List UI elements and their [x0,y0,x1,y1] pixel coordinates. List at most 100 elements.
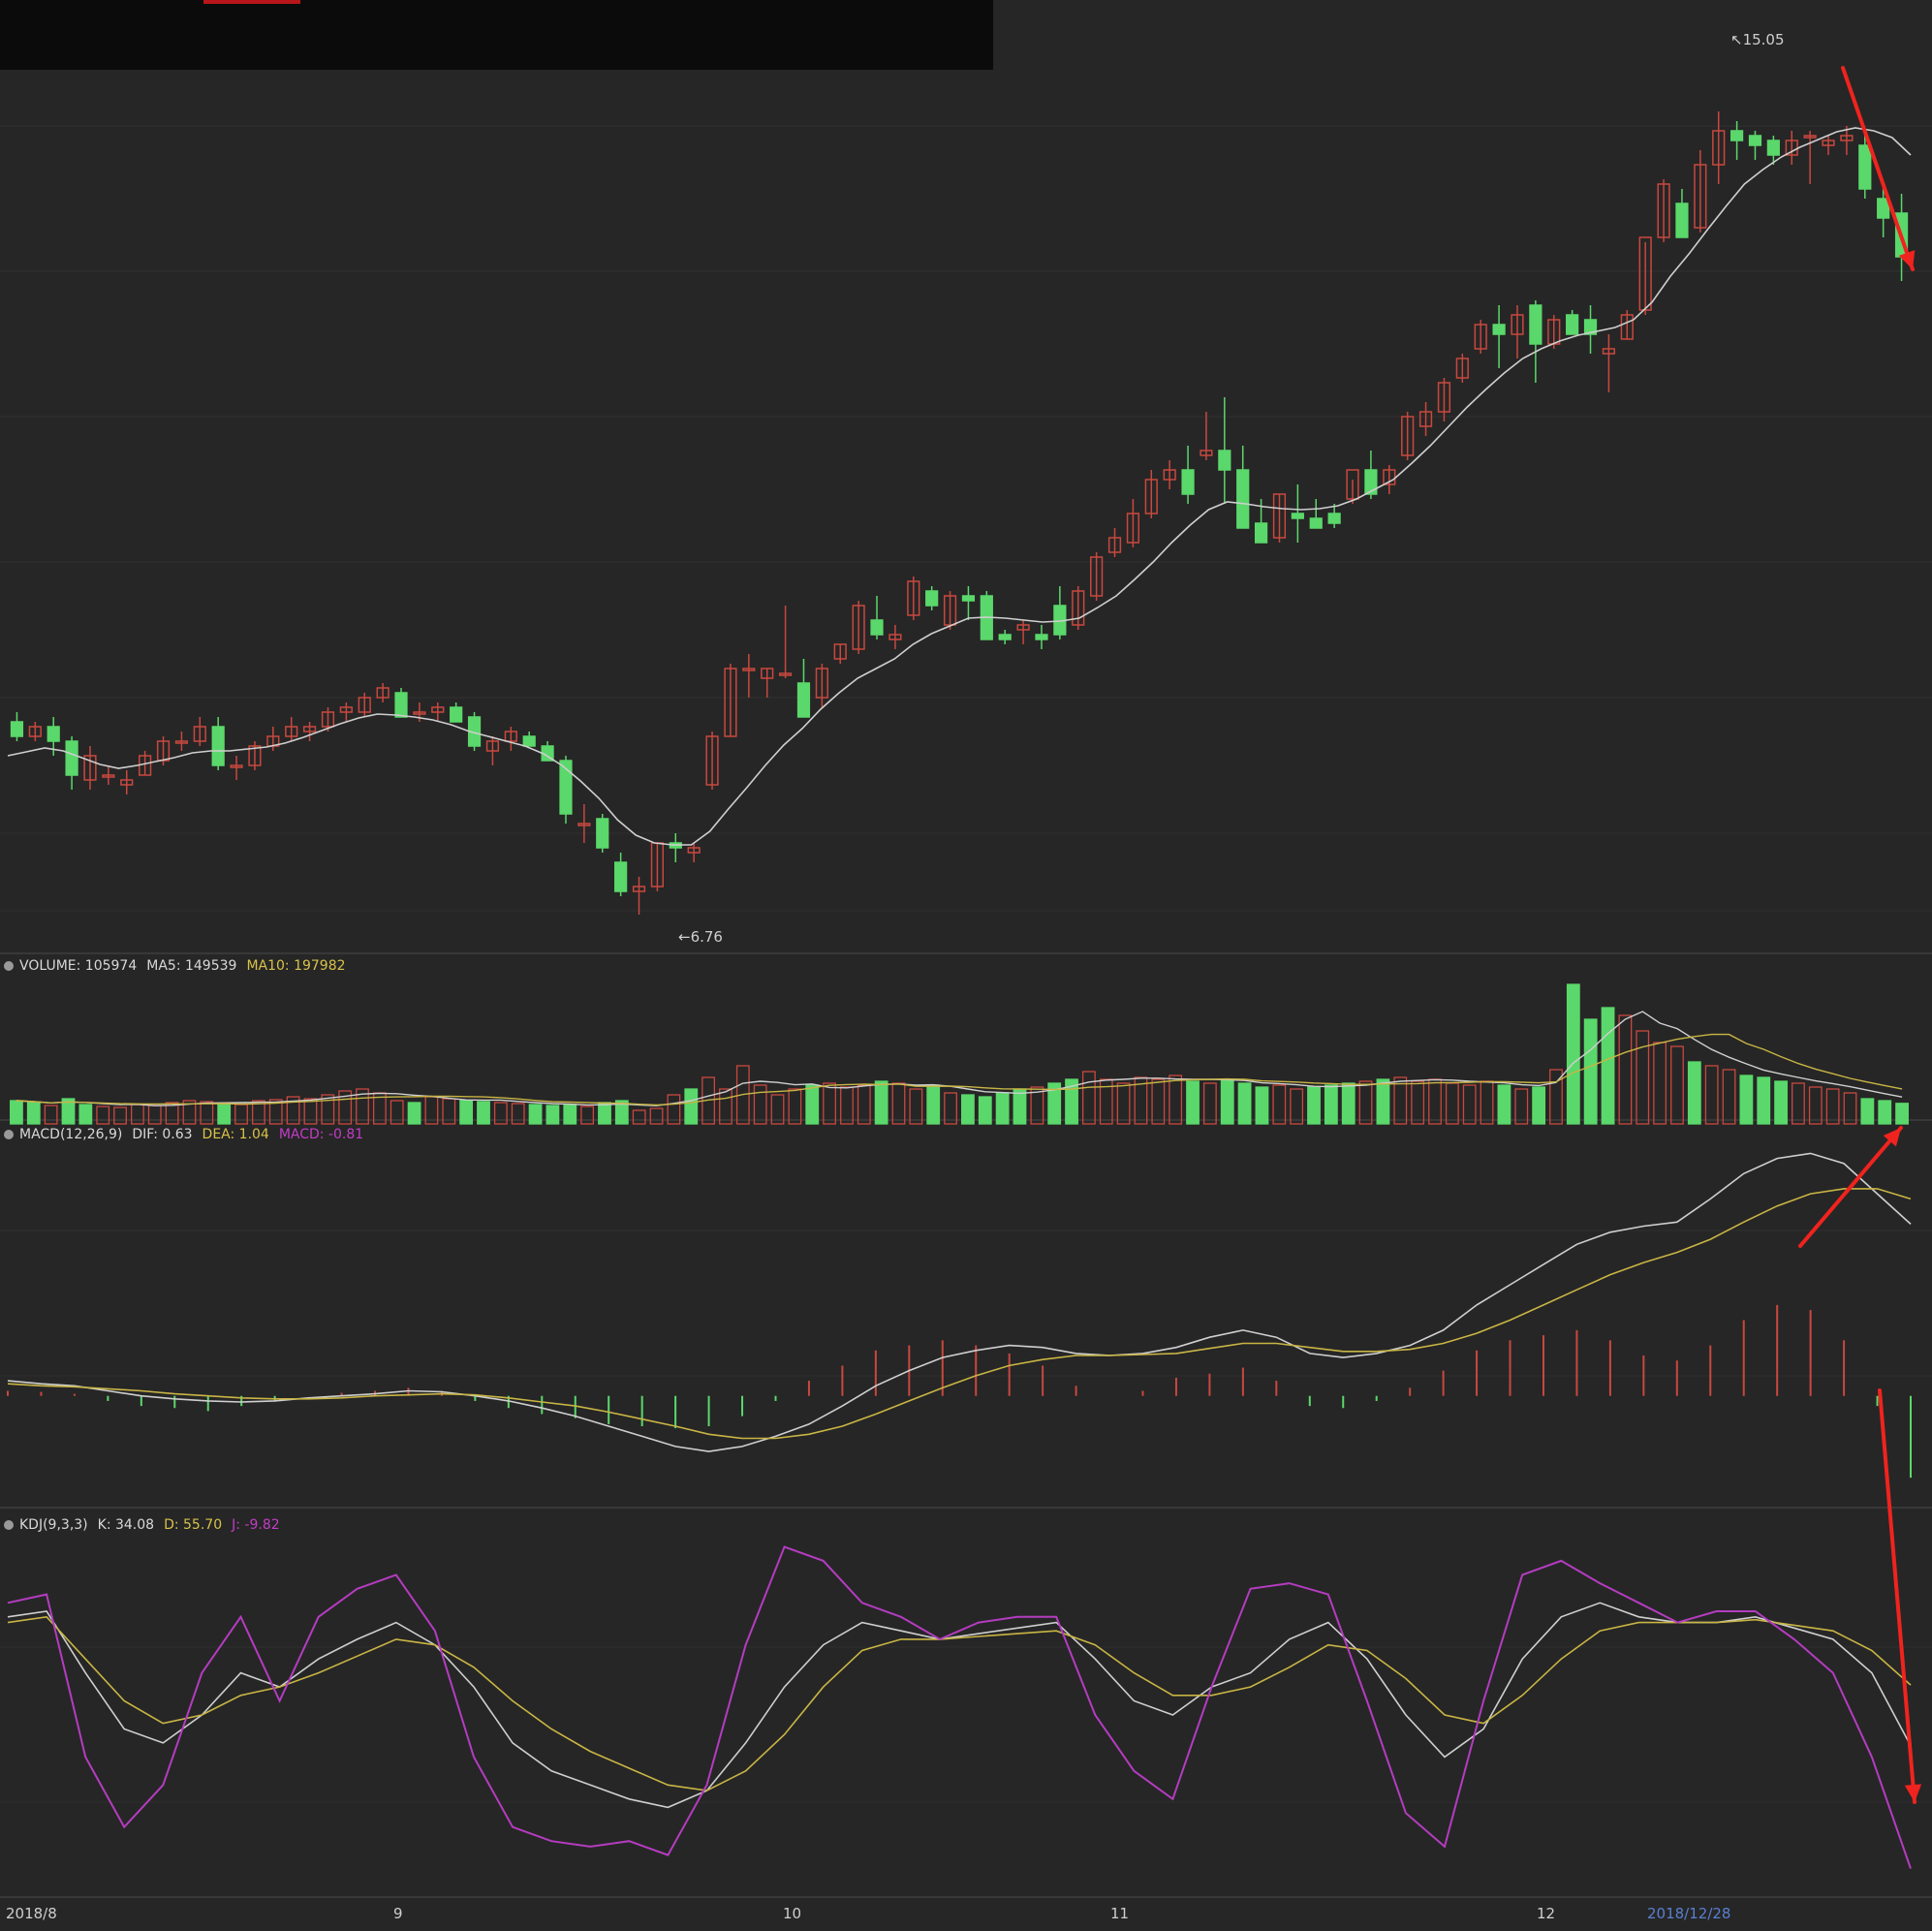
macd-legend-name: MACD(12,26,9) [19,1127,123,1142]
candle [1401,412,1415,460]
price-moving-average [7,127,1912,846]
stock-chart[interactable]: ↖15.05 ←6.76 VOLUME: 105974 MA5: 149539 MA… [0,0,1932,1931]
kdj-legend-k: K: 34.08 [97,1517,155,1533]
volume-legend-value: VOLUME: 105974 [19,958,138,974]
candle-body [1309,517,1323,529]
volume-bar [1566,983,1580,1125]
candle [1748,131,1762,160]
candle-body [1035,634,1048,640]
macd-legend: MACD(12,26,9) DIF: 0.63 DEA: 1.04 MACD: -0.… [4,1125,373,1144]
volume-bar [1411,1080,1425,1125]
candle [687,843,701,862]
candle-body [47,726,60,742]
volume-bar [1082,1071,1096,1125]
volume-legend-dot[interactable] [4,961,14,971]
candle [174,732,189,751]
candle [1090,552,1104,601]
volume-bar [1376,1078,1390,1125]
volume-bar [1255,1086,1269,1125]
price-low-arrow: ← [678,928,691,946]
candle [1785,131,1798,165]
candle [632,877,646,915]
candle [1822,136,1835,155]
volume-bar [1462,1084,1477,1125]
macd-legend-dif: DIF: 0.63 [132,1127,193,1142]
volume-bar [1428,1078,1442,1125]
candle [1675,189,1689,238]
volume-bar [1272,1084,1287,1125]
candle [577,804,591,843]
volume-bar [131,1104,144,1125]
kdj-legend-name: KDJ(9,3,3) [19,1517,88,1533]
volume-bar [1636,1030,1650,1125]
candle-body [1254,522,1268,544]
volume-bar [874,1080,888,1125]
volume-bar [1722,1069,1736,1125]
volume-bar [96,1106,110,1125]
candle [742,654,756,698]
macd-legend-dot[interactable] [4,1130,14,1139]
kdj-legend-dot[interactable] [4,1520,14,1530]
candle [1309,499,1323,529]
volume-bar [1497,1084,1511,1125]
candle [1657,179,1670,242]
volume-bar [823,1082,836,1125]
volume-bar [1792,1082,1805,1125]
price-high-value: 15.05 [1742,31,1785,48]
price-low-label: ←6.76 [678,928,723,946]
candle [1712,111,1726,184]
macd-legend-macd: MACD: -0.81 [278,1127,364,1142]
x-axis-label-11: 11 [1110,1905,1130,1922]
candle [705,732,719,790]
volume-bar [234,1104,248,1125]
candle [1218,397,1231,504]
volume-legend: VOLUME: 105974 MA5: 149539 MA10: 197982 [4,956,356,976]
candle [761,668,774,698]
candle [1474,320,1487,354]
candle [504,727,517,751]
volume-bar [1774,1080,1788,1125]
volume-bar [563,1104,577,1125]
volume-bar [147,1105,162,1125]
price-high-arrow: ↖ [1730,31,1743,48]
volume-bar [459,1100,474,1125]
candle [450,702,463,723]
candle [83,746,97,790]
candle [596,814,609,853]
volume-bar [909,1088,923,1125]
volume-bar [1653,1042,1667,1125]
candle [339,702,353,722]
x-axis-label-12: 12 [1537,1905,1556,1922]
volume-bar [1480,1080,1494,1125]
candle [1181,446,1195,504]
volume-bar [528,1104,543,1125]
candle-body [10,721,24,737]
candle [1418,402,1433,436]
volume-bar [545,1105,560,1125]
candle-body [1729,130,1744,141]
candle-body [1766,140,1780,156]
candle-body [961,595,976,602]
candle [522,732,536,747]
candle [1053,586,1067,639]
macd-histogram [7,1304,1912,1479]
volume-legend-ma5: MA5: 149539 [146,958,237,974]
candle [888,625,902,649]
candle [870,596,884,639]
volume-bar [684,1088,699,1125]
volume-bar [961,1094,975,1125]
kdj-legend-j: J: -9.82 [232,1517,280,1533]
volume-bar [1670,1045,1684,1125]
candle [28,722,42,741]
candle-body [450,706,463,723]
x-axis-label-start: 2018/8 [6,1905,57,1922]
volume-bar [1860,1098,1875,1125]
candle [1236,446,1250,529]
volume-bar [1808,1086,1823,1125]
volume-bar [1202,1082,1217,1125]
volume-bar [113,1106,127,1125]
candle [1529,300,1542,383]
candle [1126,499,1140,547]
volume-bar [1895,1103,1909,1125]
volume-bar [995,1092,1010,1125]
